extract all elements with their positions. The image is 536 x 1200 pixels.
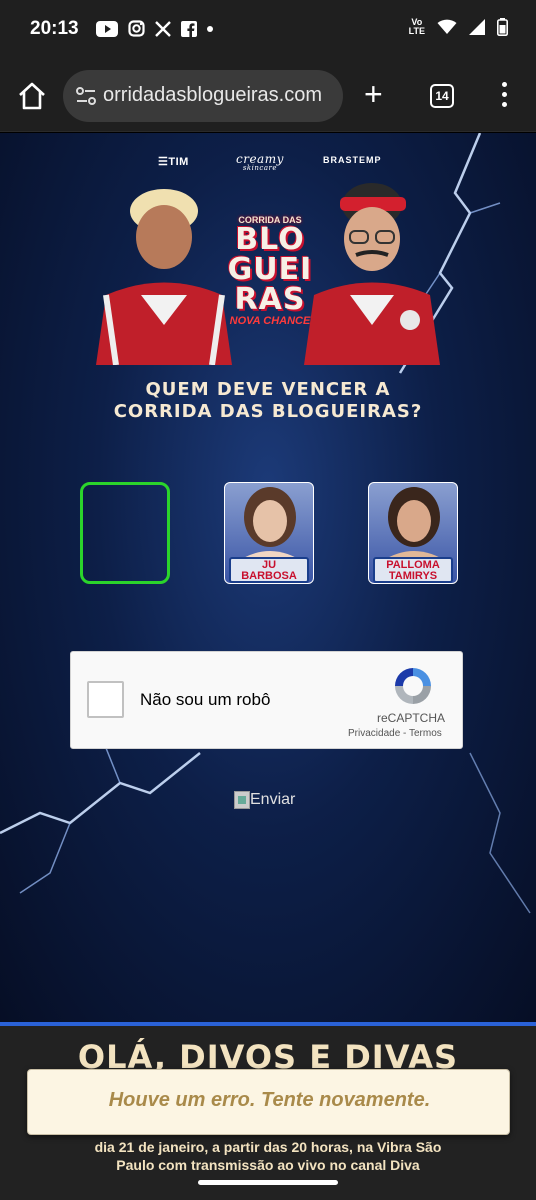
host-left-illustration <box>96 189 232 365</box>
recaptcha-widget: Não sou um robô reCAPTCHA Privacidade - … <box>70 651 463 749</box>
system-icons: Vo LTE <box>409 18 508 36</box>
site-settings-icon[interactable] <box>75 86 97 106</box>
terms-link[interactable]: Termos <box>409 728 442 739</box>
status-time: 20:13 <box>30 18 79 39</box>
notification-icons <box>96 20 213 37</box>
host-right-illustration <box>304 183 440 365</box>
broken-image-icon <box>234 791 250 809</box>
recaptcha-links: Privacidade - Termos <box>348 728 442 739</box>
vote-question: QUEM DEVE VENCER A CORRIDA DAS BLOGUEIRA… <box>0 379 536 423</box>
browser-toolbar: orridadasblogueiras.com + 14 <box>0 60 536 132</box>
logo-line-3: RAS <box>234 282 306 317</box>
lte-label: LTE <box>408 26 425 36</box>
volte-indicator: Vo LTE <box>409 18 425 36</box>
recaptcha-checkbox[interactable] <box>87 681 124 718</box>
recaptcha-brand: reCAPTCHA <box>377 711 446 725</box>
candidate-option-ju-barbosa[interactable]: JU BARBOSA <box>224 482 314 584</box>
submit-alt-text: Enviar <box>250 791 296 808</box>
submit-button[interactable]: Enviar <box>234 791 295 809</box>
youtube-icon <box>96 20 118 37</box>
show-logo: CORRIDA DAS BLO GUEI RAS NOVA CHANCE <box>222 215 318 327</box>
logo-subtitle: NOVA CHANCE <box>229 315 311 327</box>
privacy-link[interactable]: Privacidade <box>348 728 400 739</box>
address-bar[interactable]: orridadasblogueiras.com <box>63 70 343 122</box>
new-tab-icon[interactable]: + <box>364 78 383 110</box>
links-separator: - <box>403 728 407 739</box>
tabs-icon[interactable]: 14 <box>430 84 454 108</box>
signal-icon <box>469 19 485 35</box>
brastemp-logo: BRASTEMP <box>323 155 382 165</box>
candidate-photo <box>379 487 449 563</box>
candidate-option-selected[interactable] <box>80 482 170 584</box>
wifi-icon <box>437 19 457 34</box>
candidate-name-line-2: BARBOSA <box>241 570 297 582</box>
recaptcha-label: Não sou um robô <box>140 690 271 709</box>
creamy-subtext: skincare <box>242 164 278 172</box>
question-line-2: CORRIDA DAS BLOGUEIRAS? <box>113 401 423 422</box>
logo-line-2: GUEI <box>227 252 313 287</box>
question-line-1: QUEM DEVE VENCER A <box>145 379 391 400</box>
home-icon[interactable] <box>16 80 48 112</box>
candidate-photo <box>235 487 305 563</box>
creamy-logo: creamy skincare <box>236 153 284 173</box>
tim-logo: ☰TIM <box>158 156 189 168</box>
footer-text: dia 21 de janeiro, a partir das 20 horas… <box>0 1138 536 1174</box>
instagram-icon <box>128 20 145 37</box>
status-bar: 20:13 Vo LTE <box>0 0 536 60</box>
recaptcha-logo-icon <box>395 668 431 704</box>
gesture-navigation-bar[interactable] <box>198 1180 338 1185</box>
footer-text-line-2: Paulo com transmissão ao vivo no canal D… <box>116 1157 420 1173</box>
battery-icon <box>497 18 508 36</box>
footer-text-line-1: dia 21 de janeiro, a partir das 20 horas… <box>94 1139 442 1155</box>
candidate-name-label: PALLOMA TAMIRYS <box>373 557 453 583</box>
page-content: ☰TIM creamy skincare BRASTEMP CORRIDA DA… <box>0 133 536 1023</box>
hero-banner: CORRIDA DAS BLO GUEI RAS NOVA CHANCE <box>86 175 450 365</box>
candidate-name-line-2: TAMIRYS <box>388 570 438 582</box>
url-text: orridadasblogueiras.com <box>103 84 323 106</box>
menu-icon[interactable] <box>498 82 510 112</box>
logo-line-1: BLO <box>235 222 305 257</box>
facebook-icon <box>181 20 197 37</box>
candidate-option-palloma-tamirys[interactable]: PALLOMA TAMIRYS <box>368 482 458 584</box>
x-icon <box>155 20 171 37</box>
dot-icon <box>207 25 213 32</box>
error-toast: Houve um erro. Tente novamente. <box>27 1069 510 1135</box>
error-message: Houve um erro. Tente novamente. <box>108 1089 431 1111</box>
candidate-name-label: JU BARBOSA <box>229 557 309 583</box>
